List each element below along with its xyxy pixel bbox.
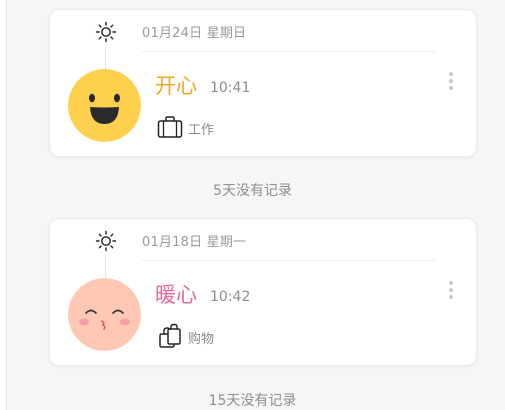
timeline-connector	[105, 255, 106, 279]
gap-notice: 15天没有记录	[208, 393, 297, 409]
more-options-icon[interactable]	[448, 72, 454, 94]
activity-label: 工作	[188, 123, 215, 138]
entry-date: 01月24日 星期日	[142, 26, 247, 41]
sun-icon	[95, 230, 117, 252]
divider	[142, 51, 436, 52]
gap-notice: 5天没有记录	[213, 183, 292, 199]
more-options-icon[interactable]	[448, 281, 454, 303]
happy-face-icon	[68, 69, 141, 142]
warm-face-icon	[68, 278, 141, 351]
left-edge-divider	[0, 0, 7, 410]
briefcase-icon	[157, 116, 183, 138]
entry-time: 10:42	[210, 289, 251, 305]
entry-date: 01月18日 星期一	[142, 235, 247, 250]
entry-time: 10:41	[210, 80, 251, 96]
shopping-bag-icon	[159, 323, 181, 348]
activity-label: 购物	[188, 332, 215, 347]
diary-entry-card[interactable]: 01月24日 星期日 开心 10:41 工作	[49, 9, 477, 157]
diary-entry-card[interactable]: 01月18日 星期一 暖心 10:42 购物	[49, 218, 477, 366]
mood-label: 开心	[155, 74, 197, 98]
divider	[142, 260, 436, 261]
sun-icon	[95, 21, 117, 43]
mood-label: 暖心	[155, 283, 197, 307]
timeline-connector	[105, 46, 106, 70]
